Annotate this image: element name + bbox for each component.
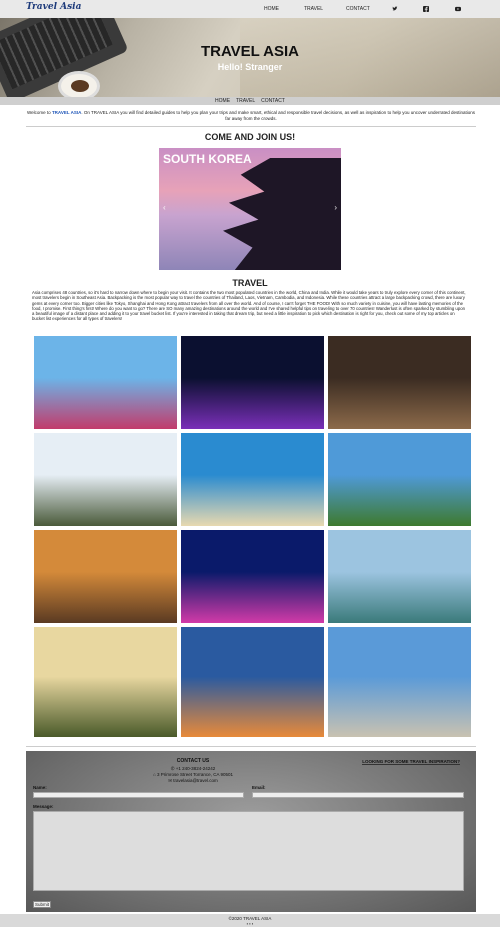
- travel-heading: TRAVEL: [232, 278, 268, 288]
- contact-email: ✉ travelasia@travel.com: [168, 778, 218, 783]
- divider: [26, 126, 476, 127]
- bagan-sunset-photo[interactable]: [34, 627, 177, 737]
- gyeongbokgung-photo[interactable]: [328, 627, 471, 737]
- hero-subtitle: Hello! Stranger: [217, 62, 283, 72]
- contact-title: CONTACT US: [176, 758, 210, 764]
- name-label: Name:: [33, 785, 47, 790]
- twitter-icon[interactable]: ▪: [247, 921, 248, 926]
- youtube-icon[interactable]: ▪: [252, 921, 253, 926]
- carousel-prev-icon[interactable]: ‹: [163, 203, 166, 212]
- phone-text: +1 240-3824-24242: [175, 766, 216, 771]
- hero-title: TRAVEL ASIA: [200, 43, 300, 60]
- shanghai-night-photo[interactable]: [181, 336, 324, 429]
- email-label: Email:: [252, 785, 266, 790]
- contact-address: ⌂ 3 Primrose Street Torrance, CA 90501: [153, 772, 233, 777]
- welcome-text: Welcome to TRAVEL ASIA. On TRAVEL ASIA y…: [26, 110, 476, 121]
- address-text: 3 Primrose Street Torrance, CA 90501: [157, 772, 233, 777]
- site-logo[interactable]: Travel Asia: [26, 2, 81, 12]
- subnav-home-link[interactable]: HOME: [215, 98, 230, 104]
- coffee-cup-image: [58, 71, 100, 97]
- submit-button[interactable]: Submit: [33, 901, 51, 908]
- inspiration-link[interactable]: LOOKING FOR SOME TRAVEL INSPIRATION?: [362, 759, 460, 765]
- contact-section: CONTACT US ✆ +1 240-3824-24242 ⌂ 3 Primr…: [26, 751, 476, 912]
- subnav-travel-link[interactable]: TRAVEL: [236, 98, 255, 104]
- nav-home-link[interactable]: HOME: [264, 6, 279, 12]
- divider: [26, 746, 476, 747]
- welcome-body: . On TRAVEL ASIA you will find detailed …: [81, 110, 475, 121]
- email-input[interactable]: [252, 792, 464, 798]
- youtube-icon[interactable]: [455, 6, 461, 12]
- message-textarea[interactable]: [33, 811, 464, 891]
- name-input[interactable]: [33, 792, 244, 798]
- welcome-brand: TRAVEL ASIA: [51, 110, 82, 115]
- travel-paragraph: Asia comprises 48 countries, so it's har…: [32, 290, 466, 322]
- welcome-prefix: Welcome to: [27, 110, 52, 115]
- angkor-wat-photo[interactable]: [34, 530, 177, 623]
- seoul-tower-photo[interactable]: [34, 336, 177, 429]
- hero-banner: TRAVEL ASIA Hello! Stranger: [0, 18, 500, 97]
- great-wall-photo[interactable]: [328, 433, 471, 526]
- footer: ©2020 TRAVEL ASIA ▪ ▪ ▪: [0, 914, 500, 927]
- carousel-next-icon[interactable]: ›: [334, 203, 337, 212]
- top-navbar: Travel Asia HOME TRAVEL CONTACT: [0, 0, 500, 18]
- facebook-icon[interactable]: ▪: [249, 921, 250, 926]
- copyright-text: ©2020 TRAVEL ASIA: [228, 916, 272, 921]
- temple-gate-photo[interactable]: [34, 433, 177, 526]
- message-label: Message:: [33, 804, 54, 809]
- carousel[interactable]: SOUTH KOREA ‹ ›: [159, 148, 341, 270]
- thai-beach-photo[interactable]: [181, 433, 324, 526]
- facebook-icon[interactable]: [423, 6, 429, 12]
- join-heading: COME AND JOIN US!: [204, 132, 296, 142]
- secondary-navbar: HOME TRAVEL CONTACT: [0, 97, 500, 105]
- footer-social-icons: ▪ ▪ ▪: [0, 921, 500, 926]
- twitter-icon[interactable]: [392, 6, 398, 12]
- halong-bay-photo[interactable]: [328, 530, 471, 623]
- pagoda-silhouette: [223, 158, 341, 270]
- photo-gallery: [34, 336, 471, 740]
- subnav-contact-link[interactable]: CONTACT: [261, 98, 285, 104]
- kyoto-street-photo[interactable]: [328, 336, 471, 429]
- email-text[interactable]: travelasia@travel.com: [173, 778, 218, 783]
- nav-travel-link[interactable]: TRAVEL: [304, 6, 323, 12]
- singapore-merlion-photo[interactable]: [181, 530, 324, 623]
- nav-contact-link[interactable]: CONTACT: [346, 6, 370, 12]
- carousel-caption: SOUTH KOREA: [163, 152, 252, 166]
- mount-fuji-photo[interactable]: [181, 627, 324, 737]
